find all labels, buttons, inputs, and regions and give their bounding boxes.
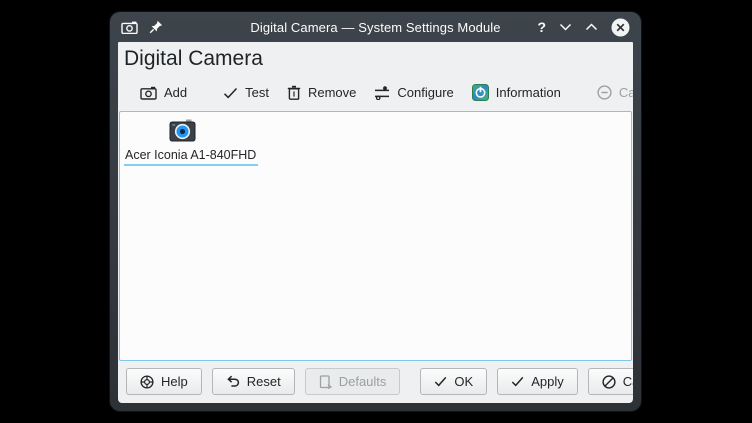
pin-icon[interactable] bbox=[149, 20, 163, 34]
configure-button[interactable]: Configure bbox=[365, 81, 462, 104]
apply-button-label: Apply bbox=[531, 374, 564, 389]
list-item[interactable]: Acer Iconia A1-840FHD bbox=[124, 117, 240, 166]
trash-icon bbox=[287, 85, 301, 100]
camera-icon bbox=[121, 21, 138, 34]
defaults-button-label: Defaults bbox=[339, 374, 387, 389]
check-icon bbox=[511, 376, 524, 387]
toolbar-cancel-label: Cancel bbox=[619, 85, 633, 100]
info-icon bbox=[472, 84, 489, 101]
minimize-button[interactable] bbox=[559, 23, 572, 31]
page-title: Digital Camera bbox=[118, 42, 633, 73]
add-button-label: Add bbox=[164, 85, 187, 100]
cancel-button[interactable]: Cancel bbox=[588, 368, 633, 395]
close-button[interactable] bbox=[611, 18, 630, 37]
camera-toolbar: Add Test bbox=[118, 73, 633, 111]
camera-list[interactable]: Acer Iconia A1-840FHD bbox=[119, 111, 632, 361]
help-button-label: Help bbox=[161, 374, 188, 389]
apply-button[interactable]: Apply bbox=[497, 368, 578, 395]
check-icon bbox=[223, 87, 238, 99]
check-icon bbox=[434, 376, 447, 387]
add-button[interactable]: Add bbox=[131, 81, 196, 104]
information-button[interactable]: Information bbox=[463, 80, 570, 105]
titlebar-help-button[interactable]: ? bbox=[537, 20, 546, 34]
settings-window: Digital Camera — System Settings Module … bbox=[110, 12, 641, 411]
reset-button[interactable]: Reset bbox=[212, 368, 295, 395]
help-button[interactable]: Help bbox=[126, 368, 202, 395]
camera-device-icon bbox=[169, 119, 196, 142]
ok-button[interactable]: OK bbox=[420, 368, 487, 395]
reset-button-label: Reset bbox=[247, 374, 281, 389]
test-button[interactable]: Test bbox=[214, 81, 278, 104]
cancel-button-label: Cancel bbox=[623, 374, 633, 389]
circle-minus-icon bbox=[597, 85, 612, 100]
test-button-label: Test bbox=[245, 85, 269, 100]
information-button-label: Information bbox=[496, 85, 561, 100]
undo-icon bbox=[226, 375, 240, 388]
dialog-button-box: Help Reset Defaults bbox=[118, 361, 633, 403]
configure-button-label: Configure bbox=[397, 85, 453, 100]
ok-button-label: OK bbox=[454, 374, 473, 389]
sliders-icon bbox=[374, 86, 390, 100]
camera-add-icon bbox=[140, 86, 157, 100]
module-content: Digital Camera Add bbox=[118, 42, 633, 403]
defaults-button: Defaults bbox=[305, 368, 401, 395]
remove-button[interactable]: Remove bbox=[278, 81, 365, 104]
help-ring-icon bbox=[140, 375, 154, 389]
document-revert-icon bbox=[319, 375, 332, 389]
camera-item-label[interactable]: Acer Iconia A1-840FHD bbox=[124, 147, 258, 166]
titlebar[interactable]: Digital Camera — System Settings Module … bbox=[110, 12, 641, 42]
cancel-slash-icon bbox=[602, 375, 616, 389]
maximize-button[interactable] bbox=[585, 23, 598, 31]
remove-button-label: Remove bbox=[308, 85, 356, 100]
toolbar-cancel-button: Cancel bbox=[588, 81, 633, 104]
